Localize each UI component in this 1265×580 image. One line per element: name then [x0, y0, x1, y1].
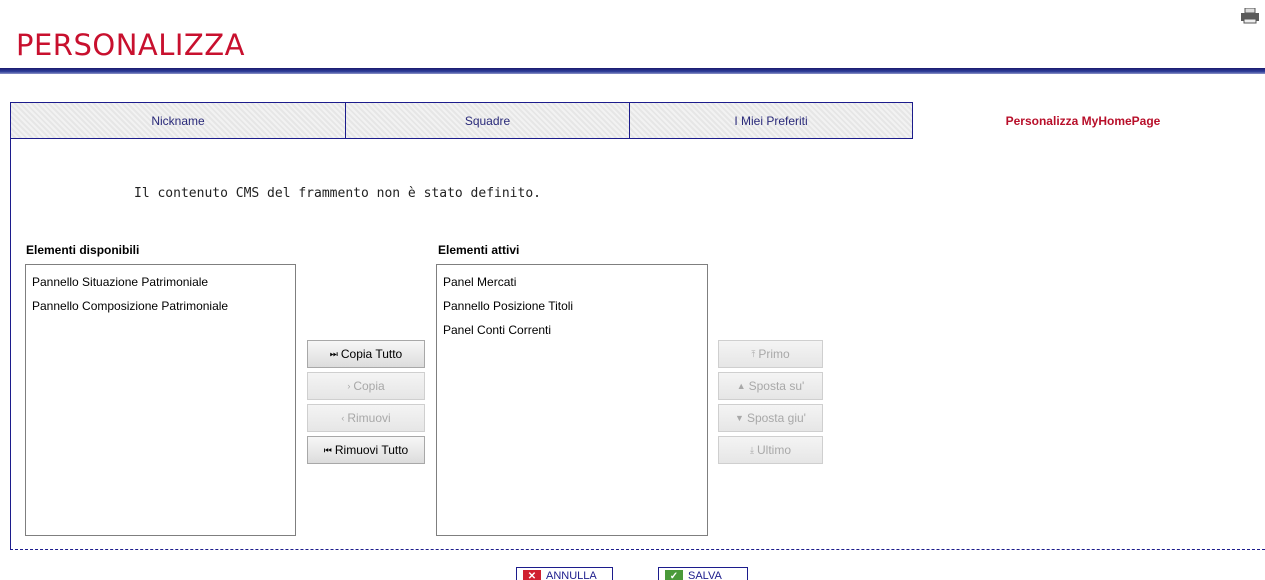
move-up-button[interactable]: ▲ Sposta su'	[718, 372, 823, 400]
list-item[interactable]: Panel Conti Correnti	[443, 318, 701, 342]
save-check-icon: ✓	[665, 570, 683, 580]
move-top-icon: ⤒	[751, 348, 756, 359]
list-item[interactable]: Pannello Composizione Patrimoniale	[32, 294, 289, 318]
active-label: Elementi attivi	[438, 243, 520, 257]
footer-divider	[10, 549, 1265, 550]
list-item[interactable]: Panel Mercati	[443, 270, 701, 294]
tab-label: Nickname	[151, 113, 205, 128]
copy-button[interactable]: › Copia	[307, 372, 425, 400]
cms-message: Il contenuto CMS del frammento non è sta…	[134, 186, 541, 201]
tab-squadre[interactable]: Squadre	[345, 102, 630, 139]
remove-button[interactable]: ‹ Rimuovi	[307, 404, 425, 432]
last-button[interactable]: ⤓ Ultimo	[718, 436, 823, 464]
tab-label: Personalizza MyHomePage	[1005, 113, 1161, 128]
arrow-left-icon: ‹	[341, 413, 345, 423]
available-list[interactable]: Pannello Situazione Patrimoniale Pannell…	[25, 264, 296, 536]
first-button[interactable]: ⤒ Primo	[718, 340, 823, 368]
tab-nickname[interactable]: Nickname	[10, 102, 346, 139]
move-down-button[interactable]: ▼ Sposta giu'	[718, 404, 823, 432]
active-list[interactable]: Panel Mercati Pannello Posizione Titoli …	[436, 264, 708, 536]
save-button[interactable]: ✓ SALVA	[658, 567, 748, 580]
tab-personalizza-myhomepage[interactable]: Personalizza MyHomePage	[913, 102, 1253, 139]
available-label: Elementi disponibili	[26, 243, 140, 257]
tab-label: Squadre	[464, 113, 511, 128]
copy-all-button[interactable]: ⏭ Copia Tutto	[307, 340, 425, 368]
cancel-x-icon: ✕	[523, 570, 541, 580]
fast-forward-icon: ⏭	[329, 348, 338, 359]
arrow-right-icon: ›	[347, 381, 351, 391]
title-divider	[0, 68, 1265, 74]
arrow-down-icon: ▼	[735, 413, 744, 423]
tab-preferiti[interactable]: I Miei Preferiti	[629, 102, 913, 139]
remove-all-button[interactable]: ⏮ Rimuovi Tutto	[307, 436, 425, 464]
tab-label: I Miei Preferiti	[734, 113, 808, 128]
tab-bar: Nickname Squadre I Miei Preferiti Person…	[10, 102, 1265, 140]
arrow-up-icon: ▲	[736, 381, 746, 391]
list-item[interactable]: Pannello Posizione Titoli	[443, 294, 701, 318]
move-bottom-icon: ⤓	[750, 444, 754, 455]
print-icon[interactable]	[1240, 8, 1260, 24]
rewind-icon: ⏮	[323, 444, 332, 455]
cancel-button[interactable]: ✕ ANNULLA	[516, 567, 613, 580]
page-title: PERSONALIZZA	[16, 28, 246, 62]
list-item[interactable]: Pannello Situazione Patrimoniale	[32, 270, 289, 294]
